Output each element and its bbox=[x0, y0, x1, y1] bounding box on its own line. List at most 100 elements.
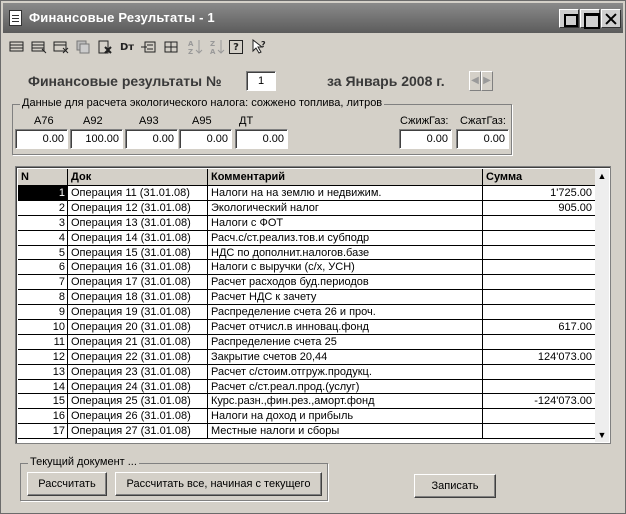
row-sum[interactable] bbox=[483, 230, 596, 246]
row-comment[interactable]: НДС по дополнит.налогов.базе bbox=[208, 245, 483, 261]
grid-icon[interactable] bbox=[161, 37, 181, 57]
table-row[interactable]: 8 Операция 18 (31.01.08) Расчет НДС к заче… bbox=[18, 290, 596, 306]
copy-icon[interactable] bbox=[73, 37, 93, 57]
row-doc[interactable]: Операция 22 (31.01.08) bbox=[68, 349, 208, 365]
sort-desc-icon[interactable]: ZA bbox=[207, 37, 227, 57]
fuel-input-a93[interactable]: 0.00 bbox=[125, 129, 178, 149]
row-doc[interactable]: Операция 26 (31.01.08) bbox=[68, 409, 208, 425]
row-comment[interactable]: Расчет с/стоим.отгруж.продукц. bbox=[208, 364, 483, 380]
row-number[interactable]: 10 bbox=[18, 320, 68, 335]
row-sum[interactable] bbox=[483, 334, 596, 350]
row-sum[interactable]: 905.00 bbox=[483, 200, 596, 216]
row-sum[interactable] bbox=[483, 424, 596, 440]
row-comment[interactable]: Расчет НДС к зачету bbox=[208, 290, 483, 306]
operations-grid[interactable]: N Док Комментарий Сумма 1 Операция 11 (31… bbox=[15, 166, 611, 444]
table-row[interactable]: 9 Операция 19 (31.01.08) Распределение сче… bbox=[18, 305, 596, 321]
copy-row-icon[interactable] bbox=[29, 37, 49, 57]
delete-row-icon[interactable] bbox=[51, 37, 71, 57]
title-bar[interactable]: Финансовые Результаты - 1 bbox=[3, 3, 623, 33]
prev-period-icon[interactable]: ◀ bbox=[469, 71, 481, 91]
row-number[interactable]: 5 bbox=[18, 245, 68, 261]
row-doc[interactable]: Операция 18 (31.01.08) bbox=[68, 290, 208, 306]
row-comment[interactable]: Распределение счета 26 и проч. bbox=[208, 305, 483, 321]
row-number[interactable]: 9 bbox=[18, 305, 68, 321]
column-header-sum[interactable]: Сумма bbox=[483, 169, 596, 186]
fuel-input-a92[interactable]: 100.00 bbox=[70, 129, 123, 149]
row-number[interactable]: 8 bbox=[18, 290, 68, 306]
row-doc[interactable]: Операция 14 (31.01.08) bbox=[68, 230, 208, 246]
delete-doc-icon[interactable] bbox=[95, 37, 115, 57]
table-row[interactable]: 4 Операция 14 (31.01.08) Расч.с/ст.реализ.… bbox=[18, 230, 596, 246]
row-sum[interactable] bbox=[483, 215, 596, 231]
row-comment[interactable]: Налоги на доход и прибыль bbox=[208, 409, 483, 425]
table-row[interactable]: 14 Операция 24 (31.01.08) Расчет с/ст.реал… bbox=[18, 379, 596, 395]
row-comment[interactable]: Местные налоги и сборы bbox=[208, 424, 483, 440]
row-doc[interactable]: Операция 27 (31.01.08) bbox=[68, 424, 208, 440]
row-doc[interactable]: Операция 20 (31.01.08) bbox=[68, 320, 208, 335]
maximize-button[interactable] bbox=[580, 9, 600, 29]
calculate-all-button[interactable]: Рассчитать все, начиная с текущего bbox=[115, 472, 322, 496]
row-comment[interactable]: Расч.с/ст.реализ.тов.и субподр bbox=[208, 230, 483, 246]
fuel-input-a95[interactable]: 0.00 bbox=[179, 129, 232, 149]
row-doc[interactable]: Операция 24 (31.01.08) bbox=[68, 379, 208, 395]
table-row[interactable]: 16 Операция 26 (31.01.08) Налоги на доход … bbox=[18, 409, 596, 425]
table-row[interactable]: 7 Операция 17 (31.01.08) Расчет расходов б… bbox=[18, 275, 596, 291]
column-header-n[interactable]: N bbox=[18, 169, 68, 186]
table-row[interactable]: 17 Операция 27 (31.01.08) Местные налоги и… bbox=[18, 424, 596, 440]
doc-number-field[interactable]: 1 bbox=[246, 71, 276, 91]
row-comment[interactable]: Распределение счета 25 bbox=[208, 334, 483, 350]
column-header-doc[interactable]: Док bbox=[68, 169, 208, 186]
row-sum[interactable] bbox=[483, 379, 596, 395]
insert-icon[interactable] bbox=[139, 37, 159, 57]
row-sum[interactable] bbox=[483, 305, 596, 321]
row-sum[interactable] bbox=[483, 364, 596, 380]
row-comment[interactable]: Закрытие счетов 20,44 bbox=[208, 349, 483, 365]
calculate-button[interactable]: Рассчитать bbox=[27, 472, 107, 496]
row-sum[interactable]: 124'073.00 bbox=[483, 349, 596, 365]
vertical-scrollbar[interactable]: ▲ ▼ bbox=[595, 169, 609, 442]
table-row[interactable]: 12 Операция 22 (31.01.08) Закрытие счетов … bbox=[18, 349, 596, 365]
table-row[interactable]: 3 Операция 13 (31.01.08) Налоги с ФОТ bbox=[18, 215, 596, 231]
row-sum[interactable] bbox=[483, 260, 596, 276]
row-number[interactable]: 12 bbox=[18, 349, 68, 365]
sort-asc-icon[interactable]: AZ bbox=[185, 37, 205, 57]
row-doc[interactable]: Операция 13 (31.01.08) bbox=[68, 215, 208, 231]
row-comment[interactable]: Расчет отчисл.в инновац.фонд bbox=[208, 320, 483, 335]
minimize-button[interactable] bbox=[559, 9, 579, 28]
row-doc[interactable]: Операция 25 (31.01.08) bbox=[68, 394, 208, 410]
row-number[interactable]: 6 bbox=[18, 260, 68, 276]
row-number[interactable]: 7 bbox=[18, 275, 68, 291]
pointer-help-icon[interactable]: ? bbox=[249, 37, 269, 57]
row-number[interactable]: 15 bbox=[18, 394, 68, 410]
close-button[interactable] bbox=[601, 9, 621, 28]
new-row-icon[interactable] bbox=[7, 37, 27, 57]
column-header-comment[interactable]: Комментарий bbox=[208, 169, 483, 186]
table-row[interactable]: 5 Операция 15 (31.01.08) НДС по дополнит.н… bbox=[18, 245, 596, 261]
row-sum[interactable]: 617.00 bbox=[483, 320, 596, 335]
row-sum[interactable] bbox=[483, 245, 596, 261]
table-row[interactable]: 13 Операция 23 (31.01.08) Расчет с/стоим.о… bbox=[18, 364, 596, 380]
row-comment[interactable]: Экологический налог bbox=[208, 200, 483, 216]
row-comment[interactable]: Расчет расходов буд.периодов bbox=[208, 275, 483, 291]
row-number[interactable]: 11 bbox=[18, 334, 68, 350]
row-comment[interactable]: Налоги с выручки (с/х, УСН) bbox=[208, 260, 483, 276]
row-doc[interactable]: Операция 21 (31.01.08) bbox=[68, 334, 208, 350]
row-comment[interactable]: Расчет с/ст.реал.прод.(услуг) bbox=[208, 379, 483, 395]
fuel-input-cng[interactable]: 0.00 bbox=[456, 129, 509, 149]
row-doc[interactable]: Операция 11 (31.01.08) bbox=[68, 186, 208, 201]
row-number[interactable]: 3 bbox=[18, 215, 68, 231]
row-sum[interactable] bbox=[483, 290, 596, 306]
next-period-icon[interactable]: ▶ bbox=[481, 71, 493, 91]
fuel-input-lpg[interactable]: 0.00 bbox=[399, 129, 452, 149]
row-number[interactable]: 14 bbox=[18, 379, 68, 395]
row-doc[interactable]: Операция 15 (31.01.08) bbox=[68, 245, 208, 261]
scroll-up-icon[interactable]: ▲ bbox=[595, 169, 609, 183]
table-row[interactable]: 2 Операция 12 (31.01.08) Экологический нал… bbox=[18, 200, 596, 216]
row-doc[interactable]: Операция 12 (31.01.08) bbox=[68, 200, 208, 216]
table-row[interactable]: 11 Операция 21 (31.01.08) Распределение сч… bbox=[18, 334, 596, 350]
row-number[interactable]: 2 bbox=[18, 200, 68, 216]
help-icon[interactable]: ? bbox=[229, 40, 243, 54]
save-button[interactable]: Записать bbox=[414, 474, 496, 498]
row-doc[interactable]: Операция 23 (31.01.08) bbox=[68, 364, 208, 380]
row-comment[interactable]: Налоги на на землю и недвижим. bbox=[208, 186, 483, 201]
